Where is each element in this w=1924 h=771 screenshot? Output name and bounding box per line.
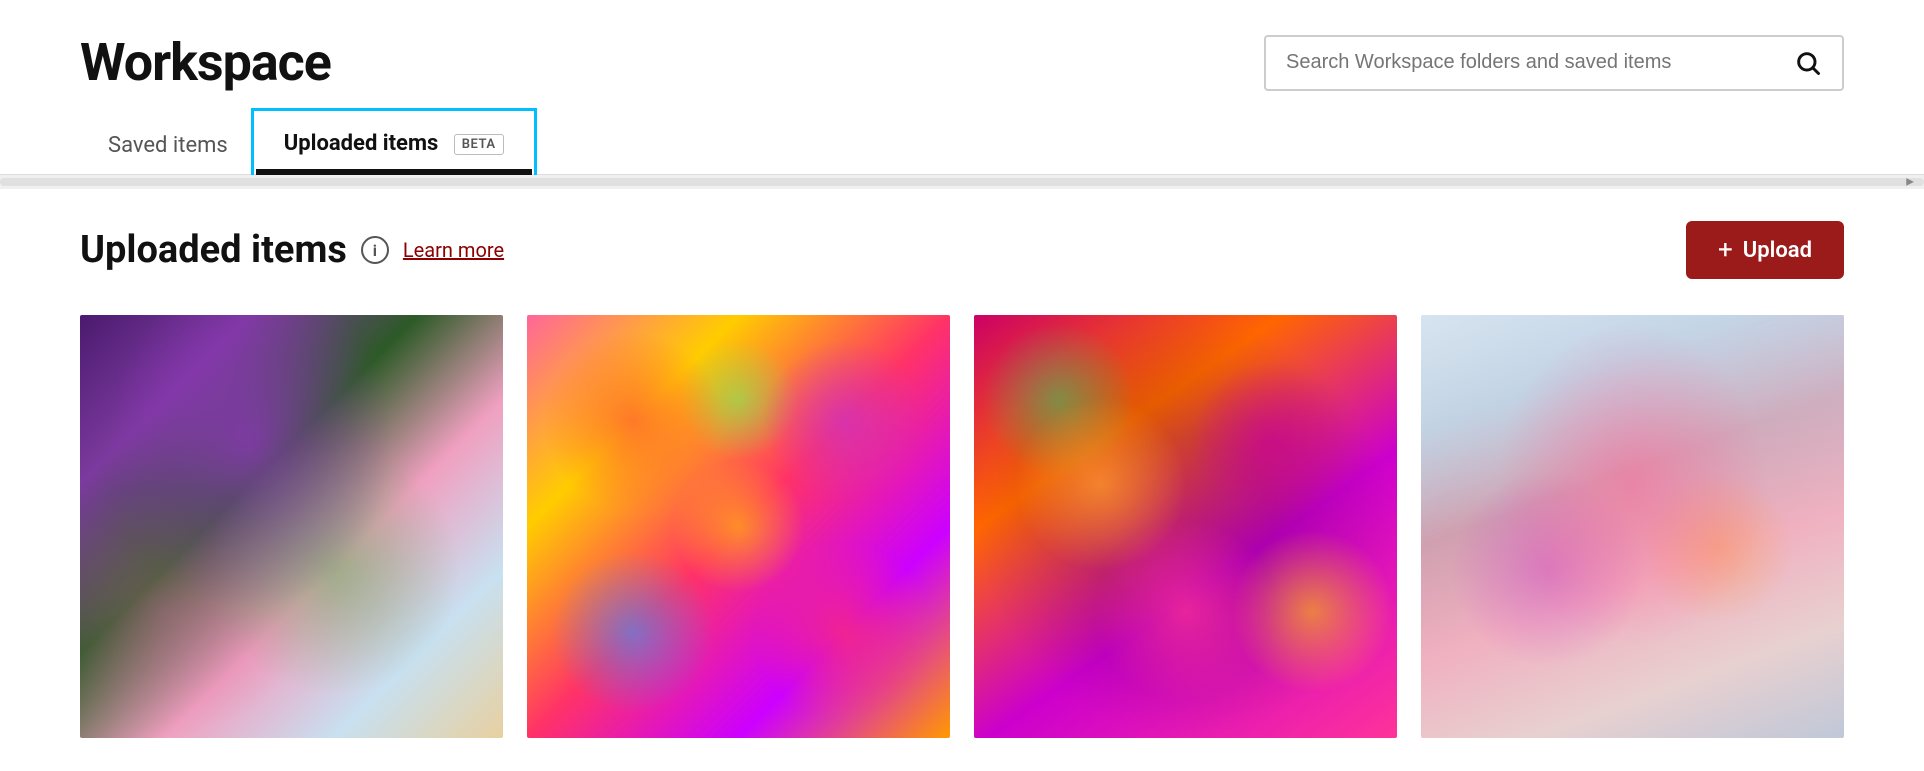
horizontal-scrollbar[interactable]: ◀ ▶ — [0, 175, 1924, 189]
image-card-2[interactable] — [527, 315, 950, 738]
scroll-right-arrow[interactable]: ▶ — [1906, 177, 1914, 188]
image-grid — [80, 315, 1844, 738]
content-header: Uploaded items i Learn more + Upload — [80, 221, 1844, 279]
image-card-1[interactable] — [80, 315, 503, 738]
image-card-4[interactable] — [1421, 315, 1844, 738]
page-title: Workspace — [80, 32, 331, 93]
content-title: Uploaded items — [80, 228, 347, 272]
search-input[interactable] — [1286, 51, 1794, 74]
upload-button[interactable]: + Upload — [1686, 221, 1844, 279]
content-title-group: Uploaded items i Learn more — [80, 228, 504, 272]
tabs: Saved items Uploaded items BETA — [80, 113, 1844, 174]
learn-more-link[interactable]: Learn more — [403, 238, 504, 262]
search-bar[interactable] — [1264, 35, 1844, 91]
beta-badge: BETA — [454, 134, 504, 155]
image-card-3[interactable] — [974, 315, 1397, 738]
search-icon — [1794, 49, 1822, 77]
scroll-track[interactable] — [0, 178, 1924, 186]
tabs-section: Saved items Uploaded items BETA — [0, 113, 1924, 175]
upload-plus-icon: + — [1718, 237, 1733, 263]
page-header: Workspace — [0, 0, 1924, 113]
upload-label: Upload — [1743, 238, 1812, 263]
content-area: Uploaded items i Learn more + Upload — [0, 189, 1924, 758]
info-icon[interactable]: i — [361, 236, 389, 264]
tab-uploaded-items[interactable]: Uploaded items BETA — [256, 113, 532, 175]
tab-saved-items[interactable]: Saved items — [80, 115, 256, 174]
